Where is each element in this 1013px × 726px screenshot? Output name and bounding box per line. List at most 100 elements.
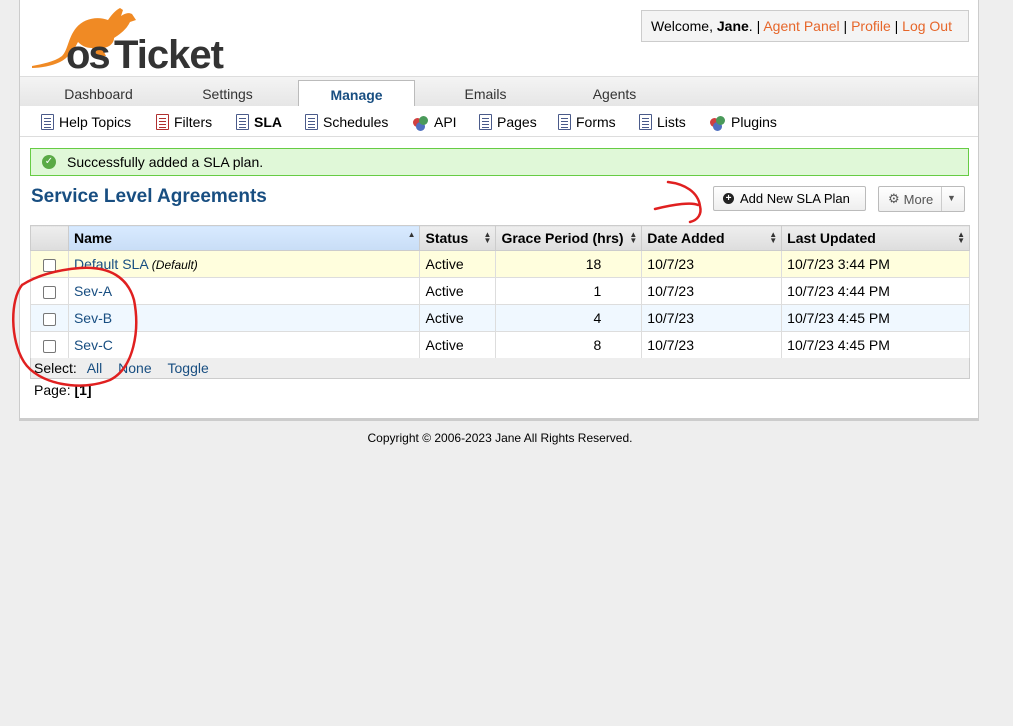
- profile-link[interactable]: Profile: [851, 18, 891, 34]
- welcome-suffix: .: [748, 18, 757, 34]
- alert-message: Successfully added a SLA plan.: [67, 154, 264, 170]
- status-cell: Active: [419, 250, 497, 278]
- date-added-cell: 10/7/23: [641, 277, 783, 305]
- sort-icon: ▲ ▼: [483, 230, 492, 245]
- caret-down-icon[interactable]: ▼: [947, 193, 956, 203]
- subnav-label: Schedules: [323, 114, 389, 130]
- default-tag: (Default): [151, 258, 198, 272]
- main-nav: Dashboard Settings Manage Emails Agents: [20, 76, 978, 108]
- column-header-name[interactable]: Name ▲: [67, 225, 421, 251]
- sla-name-link[interactable]: Sev-C: [74, 337, 113, 353]
- select-all-link[interactable]: All: [87, 360, 103, 376]
- check-circle-icon: ✓: [42, 155, 56, 169]
- grace-period-cell: 18: [495, 250, 643, 278]
- sla-name-link[interactable]: Default SLA: [74, 256, 148, 272]
- sla-name-link[interactable]: Sev-A: [74, 283, 112, 299]
- sort-icon: ▲ ▼: [957, 230, 965, 245]
- logo-text-ticket: Ticket: [114, 33, 224, 74]
- sub-nav: Help Topics Filters SLA Schedules API Pa…: [20, 106, 978, 137]
- subnav-label: Pages: [497, 114, 537, 130]
- main-container: os Ticket Welcome, Jane. | Agent Panel |…: [19, 0, 979, 421]
- column-header-date-added[interactable]: Date Added ▲ ▼: [641, 225, 783, 251]
- footer-copyright: Copyright © 2006-2023 Jane All Rights Re…: [367, 431, 633, 445]
- logo-text-os: os: [66, 33, 109, 74]
- sort-icon: ▲ ▼: [629, 230, 638, 245]
- sla-icon: [236, 114, 249, 130]
- column-header-status[interactable]: Status ▲ ▼: [419, 225, 497, 251]
- table-row: Default SLA (Default) Active 18 10/7/23 …: [30, 250, 970, 278]
- page-label: Page:: [34, 382, 71, 398]
- current-page: [1]: [74, 382, 92, 398]
- grace-period-cell: 1: [495, 277, 643, 305]
- subnav-pages[interactable]: Pages: [479, 113, 537, 131]
- welcome-prefix: Welcome,: [651, 18, 717, 34]
- select-toggle-link[interactable]: Toggle: [168, 360, 209, 376]
- select-bar: Select: All None Toggle: [30, 358, 970, 379]
- select-column-header: [30, 225, 69, 251]
- subnav-forms[interactable]: Forms: [558, 113, 616, 131]
- tab-agents[interactable]: Agents: [556, 80, 673, 107]
- api-icon: [413, 114, 429, 130]
- sort-asc-icon: ▲: [407, 230, 416, 239]
- subnav-help-topics[interactable]: Help Topics: [41, 113, 131, 131]
- logout-link[interactable]: Log Out: [902, 18, 952, 34]
- help-topics-icon: [41, 114, 54, 130]
- row-checkbox[interactable]: [42, 339, 56, 353]
- gear-icon: ⚙: [888, 191, 900, 206]
- separator: |: [756, 18, 761, 34]
- subnav-label: Plugins: [731, 114, 777, 130]
- subnav-sla[interactable]: SLA: [236, 113, 282, 131]
- status-cell: Active: [419, 331, 497, 359]
- table-row: Sev-A Active 1 10/7/23 10/7/23 4:44 PM: [30, 277, 970, 305]
- user-name: Jane: [716, 18, 749, 34]
- subnav-plugins[interactable]: Plugins: [710, 113, 777, 131]
- pages-icon: [479, 114, 492, 130]
- last-updated-cell: 10/7/23 4:44 PM: [781, 277, 970, 305]
- column-header-last-updated[interactable]: Last Updated ▲ ▼: [781, 225, 970, 251]
- subnav-label: API: [434, 114, 457, 130]
- row-checkbox[interactable]: [42, 285, 56, 299]
- subnav-label: Help Topics: [59, 114, 132, 130]
- status-cell: Active: [419, 304, 497, 332]
- tab-emails[interactable]: Emails: [427, 80, 544, 107]
- select-label: Select:: [34, 360, 77, 376]
- subnav-label: Forms: [576, 114, 616, 130]
- subnav-api[interactable]: API: [413, 113, 457, 131]
- filters-icon: [156, 114, 169, 130]
- date-added-cell: 10/7/23: [641, 304, 783, 332]
- sla-name-link[interactable]: Sev-B: [74, 310, 112, 326]
- last-updated-cell: 10/7/23 3:44 PM: [781, 250, 970, 278]
- date-added-cell: 10/7/23: [641, 331, 783, 359]
- tab-settings[interactable]: Settings: [169, 80, 286, 107]
- row-checkbox[interactable]: [42, 312, 56, 326]
- more-button-label: More: [903, 191, 934, 207]
- agent-panel-link[interactable]: Agent Panel: [763, 18, 839, 34]
- sla-table: Name ▲ Status ▲ ▼ Grace Period (hrs) ▲ ▼ Date…: [30, 225, 970, 359]
- separator: |: [894, 18, 899, 34]
- subnav-label: Lists: [657, 114, 686, 130]
- tab-manage[interactable]: Manage: [298, 80, 415, 108]
- subnav-label: Filters: [174, 114, 213, 130]
- table-row: Sev-C Active 8 10/7/23 10/7/23 4:45 PM: [30, 331, 970, 359]
- tab-dashboard[interactable]: Dashboard: [40, 80, 157, 107]
- row-checkbox[interactable]: [42, 258, 56, 272]
- last-updated-cell: 10/7/23 4:45 PM: [781, 331, 970, 359]
- table-row: Sev-B Active 4 10/7/23 10/7/23 4:45 PM: [30, 304, 970, 332]
- plus-circle-icon: +: [723, 193, 734, 204]
- subnav-filters[interactable]: Filters: [156, 113, 212, 131]
- date-added-cell: 10/7/23: [641, 250, 783, 278]
- select-none-link[interactable]: None: [118, 360, 151, 376]
- column-header-grace-period[interactable]: Grace Period (hrs) ▲ ▼: [495, 225, 643, 251]
- subnav-lists[interactable]: Lists: [639, 113, 686, 131]
- user-info-box: Welcome, Jane. | Agent Panel | Profile |…: [641, 10, 969, 42]
- subnav-schedules[interactable]: Schedules: [305, 113, 388, 131]
- lists-icon: [639, 114, 652, 130]
- more-dropdown-button[interactable]: ⚙ More ▼: [878, 186, 965, 212]
- grace-period-cell: 4: [495, 304, 643, 332]
- osticket-logo[interactable]: os Ticket: [28, 4, 248, 74]
- page-title: Service Level Agreements: [31, 186, 267, 207]
- success-alert: ✓ Successfully added a SLA plan.: [30, 148, 969, 176]
- forms-icon: [558, 114, 571, 130]
- add-new-sla-button[interactable]: + Add New SLA Plan: [713, 186, 866, 211]
- pagination: Page: [1]: [34, 382, 92, 398]
